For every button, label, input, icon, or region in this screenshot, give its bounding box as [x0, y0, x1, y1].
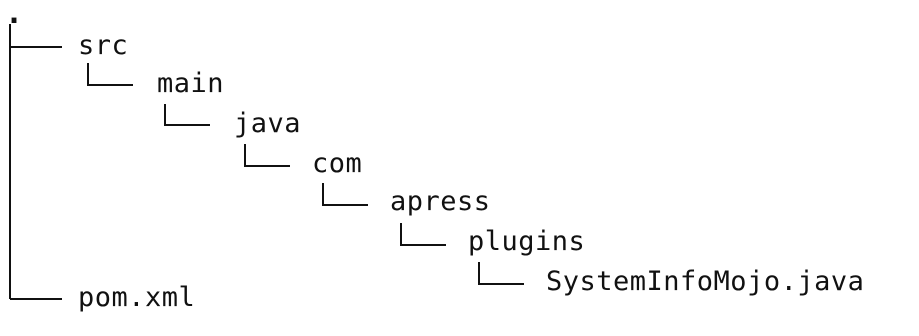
tree-node-src: src: [78, 30, 129, 61]
branch-systeminfomojo-line: [478, 262, 524, 285]
tree-node-java: java: [234, 108, 302, 139]
directory-tree: . src main java com apress plugins Syste…: [0, 0, 919, 336]
tree-node-main: main: [157, 68, 225, 99]
tree-node-plugins: plugins: [468, 226, 586, 257]
branch-plugins-line: [400, 223, 446, 246]
tree-node-pom-xml: pom.xml: [78, 282, 196, 313]
tree-root: .: [5, 0, 24, 31]
branch-java-line: [164, 104, 210, 126]
branch-main-line: [87, 63, 133, 86]
tree-node-com: com: [312, 148, 363, 179]
branch-apress-line: [322, 183, 368, 206]
branch-com-line: [244, 144, 290, 167]
tree-trunk-line: [9, 24, 11, 299]
tree-node-apress: apress: [390, 186, 491, 217]
branch-src-line: [10, 46, 62, 48]
tree-node-systeminfomojo-java: SystemInfoMojo.java: [546, 266, 865, 297]
branch-pom-line: [10, 298, 62, 300]
